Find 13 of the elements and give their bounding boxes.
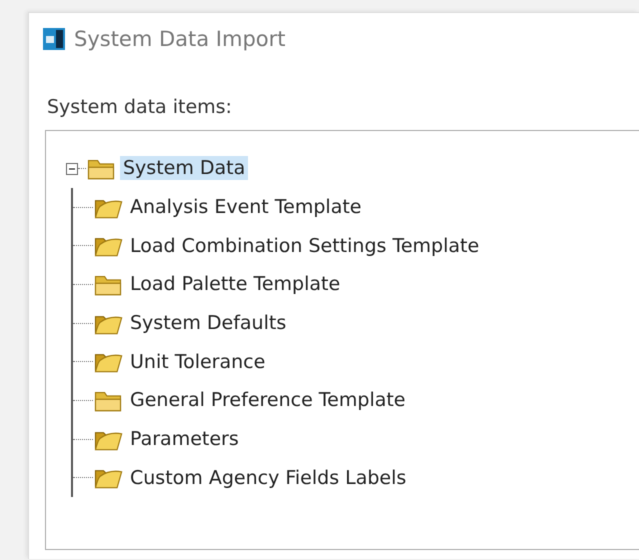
tree-item[interactable]: Load Palette Template bbox=[127, 272, 344, 296]
tree-item[interactable]: Unit Tolerance bbox=[127, 350, 268, 374]
tree-label: System data items: bbox=[46, 95, 233, 118]
tree-item[interactable]: System Data bbox=[120, 156, 248, 180]
tree-item[interactable]: General Preference Template bbox=[127, 388, 408, 412]
tree-item[interactable]: Analysis Event Template bbox=[127, 195, 364, 220]
collapse-icon[interactable] bbox=[66, 163, 78, 176]
app-logo-icon bbox=[43, 28, 65, 50]
tree-item[interactable]: Custom Agency Fields Labels bbox=[127, 466, 410, 490]
tree-item[interactable]: Parameters bbox=[127, 427, 242, 452]
tree-item[interactable]: System Defaults bbox=[127, 311, 290, 336]
window-title: System Data Import bbox=[74, 27, 286, 51]
tree-item[interactable]: Load Combination Settings Template bbox=[127, 234, 482, 258]
